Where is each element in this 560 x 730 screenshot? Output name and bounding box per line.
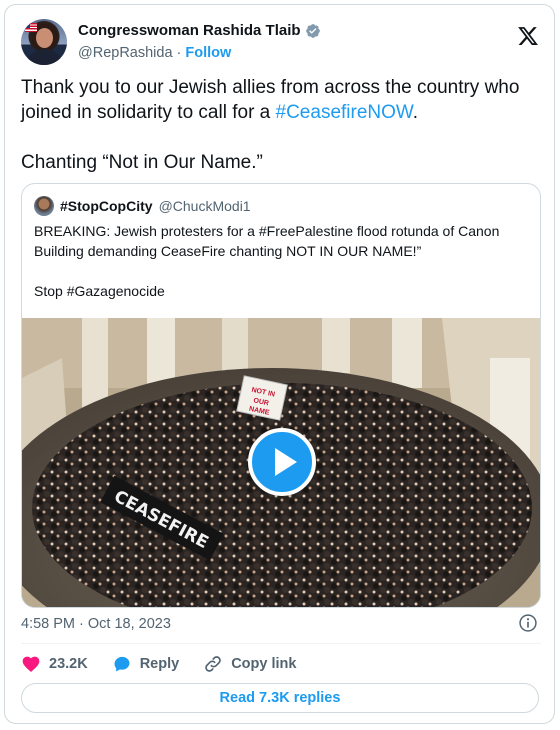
tweet-card: Congresswoman Rashida Tlaib @RepRashida … — [4, 4, 555, 724]
play-icon[interactable] — [248, 428, 316, 496]
flag-icon — [25, 23, 37, 32]
info-icon[interactable] — [518, 613, 538, 633]
quoted-name: #StopCopCity — [60, 198, 153, 214]
divider — [21, 643, 541, 644]
quoted-avatar — [34, 196, 54, 216]
heart-icon — [22, 656, 40, 672]
reply-label: Reply — [139, 656, 180, 672]
read-replies-button[interactable]: Read 7.3K replies — [21, 683, 539, 713]
tweet-header: Congresswoman Rashida Tlaib @RepRashida … — [21, 19, 541, 67]
tweet-text-line2: Chanting “Not in Our Name.” — [21, 152, 263, 173]
author-handle[interactable]: @RepRashida — [78, 45, 173, 61]
quoted-text: BREAKING: Jewish protesters for a #FreeP… — [34, 223, 500, 299]
like-count: 23.2K — [49, 656, 88, 672]
tweet-text-line1: Thank you to our Jewish allies from acro… — [21, 77, 520, 123]
reply-button[interactable]: Reply — [112, 654, 180, 674]
quoted-handle: @ChuckModi1 — [158, 198, 251, 214]
copy-link-label: Copy link — [231, 656, 297, 672]
like-button[interactable]: 23.2K — [21, 654, 88, 674]
video-thumbnail[interactable]: NOT IN OUR NAME CEASEFIRE — [22, 318, 540, 607]
quoted-tweet[interactable]: #StopCopCity @ChuckModi1 BREAKING: Jewis… — [21, 183, 541, 608]
hashtag-ceasefirenow[interactable]: #CeasefireNOW — [276, 102, 413, 123]
x-logo-icon[interactable] — [517, 25, 539, 47]
timestamp[interactable]: 4:58 PM · Oct 18, 2023 — [21, 616, 171, 632]
reply-icon — [114, 656, 130, 672]
action-bar: 23.2K Reply Copy link — [21, 651, 296, 677]
copy-link-button[interactable]: Copy link — [203, 654, 296, 674]
tweet-text: Thank you to our Jewish allies from acro… — [21, 75, 541, 175]
author-avatar[interactable] — [21, 19, 67, 65]
link-icon — [205, 656, 221, 672]
verified-badge-icon — [305, 23, 320, 38]
author-name[interactable]: Congresswoman Rashida Tlaib — [78, 22, 301, 39]
separator: · — [176, 45, 182, 61]
follow-button[interactable]: Follow — [185, 45, 231, 61]
